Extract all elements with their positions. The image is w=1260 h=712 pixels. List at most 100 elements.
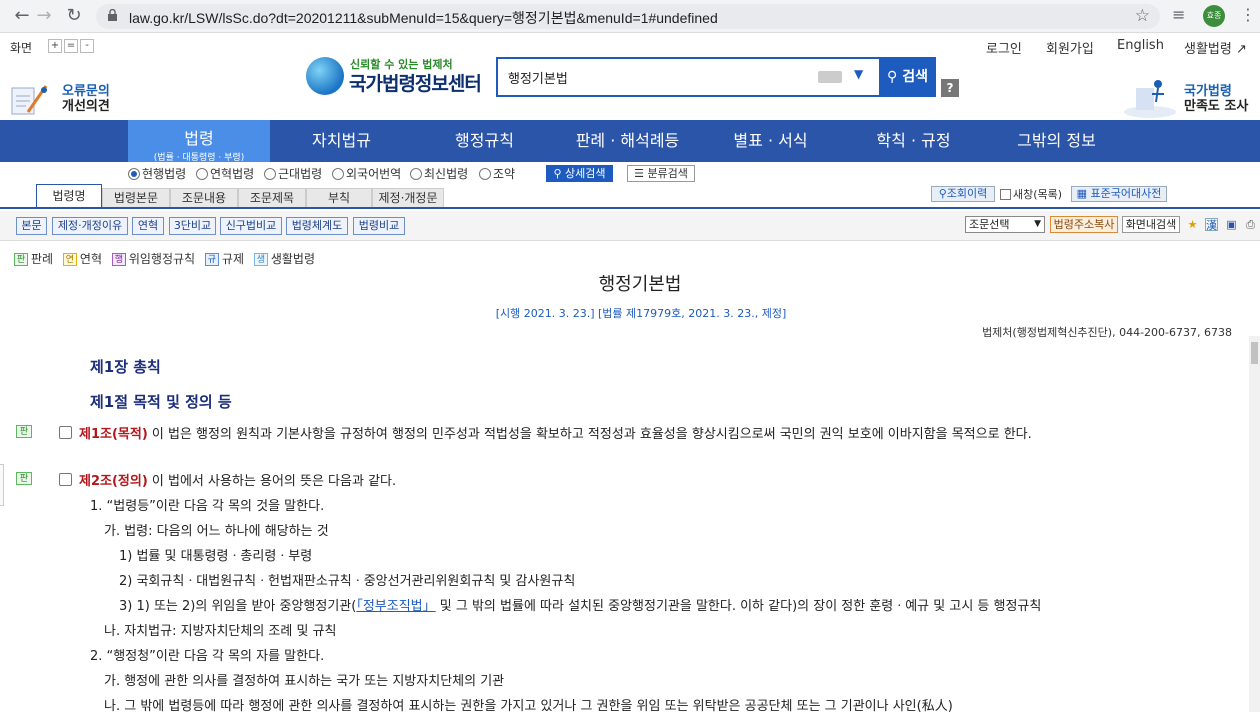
reading-list-icon[interactable]: ≡: [1172, 5, 1185, 24]
signup-link[interactable]: 회원가입: [1046, 38, 1094, 57]
tab-enactment-text[interactable]: 제정·개정문: [372, 188, 444, 208]
tab-underline: [0, 207, 1260, 209]
login-link[interactable]: 로그인: [986, 38, 1022, 57]
error-report-banner[interactable]: 오류문의 개선의견: [6, 78, 116, 118]
precedent-badge[interactable]: 판: [16, 472, 32, 485]
nav-tab-forms[interactable]: 별표 · 서식: [699, 120, 842, 162]
history-button[interactable]: 연혁: [132, 217, 164, 235]
radio-label: 조약: [493, 167, 516, 181]
law-enforcement-info: [시행 2021. 3. 23.] [법률 제17979호, 2021. 3. …: [495, 307, 787, 320]
life-law-label: 생활법령: [1184, 42, 1232, 57]
zoom-out-button[interactable]: -: [80, 39, 94, 53]
keyboard-icon[interactable]: [818, 71, 842, 83]
subitem-3: 3) 1) 또는 2)의 위임을 받아 중앙행정기관(「정부조직법」 및 그 밖…: [119, 595, 1041, 614]
forward-icon[interactable]: →: [32, 5, 56, 27]
main-nav: 법령 (법률 · 대통령령 · 부령) 자치법규 행정규칙 판례 · 해석례등 …: [0, 120, 1260, 163]
radio-latest-laws[interactable]: 최신법령: [410, 165, 468, 182]
three-way-compare-button[interactable]: 3단비교: [169, 217, 216, 235]
zoom-in-button[interactable]: +: [48, 39, 62, 53]
life-law-badge: 생: [253, 253, 268, 266]
dropdown-caret-icon[interactable]: ▼: [854, 67, 863, 81]
law-compare-button[interactable]: 법령비교: [353, 217, 405, 235]
browser-toolbar: ← → ↻ law.go.kr/LSW/lsSc.do?dt=20201211&…: [0, 0, 1260, 33]
improvement-title: 개선의견: [62, 99, 110, 114]
satisfaction-survey-banner[interactable]: 국가법령 만족도 조사: [1122, 74, 1252, 118]
tab-addenda[interactable]: 부칙: [306, 188, 372, 208]
radio-dot: [264, 168, 276, 180]
nav-tab-school-rules[interactable]: 학칙 · 규정: [842, 120, 985, 162]
side-handle[interactable]: [0, 464, 4, 506]
article-checkbox[interactable]: [59, 473, 72, 486]
legend-label: 판례: [31, 252, 54, 266]
article-heading[interactable]: 제2조(정의): [79, 474, 148, 489]
legend: 판 판례 연 연혁 행 위임행정규칙 규 규제 생 생활법령: [14, 250, 315, 267]
nav-tab-other-info[interactable]: 그밖의 정보: [985, 120, 1128, 162]
scrollbar-thumb[interactable]: [1251, 342, 1258, 364]
government-org-act-link[interactable]: 「정부조직법」: [356, 599, 435, 614]
reload-icon[interactable]: ↻: [62, 5, 86, 27]
tab-article-content[interactable]: 조문내용: [170, 188, 238, 208]
amendment-reason-button[interactable]: 제정·개정이유: [52, 217, 128, 235]
search-button[interactable]: ⚲ 검색: [879, 57, 936, 97]
life-law-link[interactable]: 생활법령 ↗: [1184, 38, 1247, 57]
menu-kebab-icon[interactable]: ⋮: [1240, 5, 1256, 24]
radio-modern-laws[interactable]: 근대법령: [264, 165, 322, 182]
clause-2: 2. “행정청”이란 다음 각 목의 자를 말한다.: [90, 649, 325, 664]
item-na-2: 나. 그 밖에 법령등에 따라 행정에 관한 의사를 결정하여 표시하는 권한을…: [104, 699, 953, 712]
radio-label: 근대법령: [278, 167, 323, 181]
clause-1: 1. “법령등”이란 다음 각 목의 것을 말한다.: [90, 499, 325, 514]
tab-law-name[interactable]: 법령명: [36, 184, 102, 208]
dictionary-button[interactable]: ▦ 표준국어대사전: [1071, 186, 1167, 202]
article-heading[interactable]: 제1조(목적): [79, 427, 148, 442]
copy-address-button[interactable]: 법령주소복사: [1050, 216, 1118, 233]
new-window-checkbox[interactable]: 새창(목록): [1000, 186, 1062, 202]
lookup-history-button[interactable]: ⚲조회이력: [931, 186, 995, 202]
survey-title-2: 만족도 조사: [1184, 99, 1249, 114]
english-link[interactable]: English: [1117, 38, 1164, 53]
nav-tab-admin-rules[interactable]: 행정규칙: [413, 120, 556, 162]
subitem-1: 1) 법률 및 대통령령ㆍ총리령ㆍ부령: [119, 549, 313, 564]
bookmark-star-icon[interactable]: ☆: [1135, 6, 1150, 26]
site-logo[interactable]: 신뢰할 수 있는 법제처 국가법령정보센터: [306, 56, 486, 96]
content-scrollbar[interactable]: [1249, 336, 1260, 712]
tab-law-body[interactable]: 법령본문: [102, 188, 170, 208]
article-checkbox[interactable]: [59, 426, 72, 439]
survey-person-icon: [1124, 80, 1176, 118]
regulation-badge: 규: [204, 253, 219, 266]
radio-history-laws[interactable]: 연혁법령: [196, 165, 254, 182]
category-search-button[interactable]: ☰ 분류검색: [627, 165, 695, 182]
precedent-badge: 판: [14, 253, 28, 266]
radio-current-laws[interactable]: 현행법령: [128, 165, 186, 182]
precedent-badge[interactable]: 판: [16, 425, 32, 438]
section-heading: 제1절 목적 및 정의 등: [90, 393, 232, 411]
nav-tab-local-laws[interactable]: 자치법규: [270, 120, 413, 162]
body-button[interactable]: 본문: [16, 217, 47, 235]
radio-label: 최신법령: [424, 167, 469, 181]
logo-name: 국가법령정보센터: [349, 73, 482, 95]
in-page-search-button[interactable]: 화면내검색: [1122, 216, 1180, 233]
radio-foreign-translation[interactable]: 외국어번역: [332, 165, 401, 182]
back-icon[interactable]: ←: [10, 5, 34, 27]
article-text: 제2조(정의) 이 법에서 사용하는 용어의 뜻은 다음과 같다.: [79, 470, 396, 489]
zoom-reset-button[interactable]: =: [64, 39, 78, 53]
address-bar[interactable]: law.go.kr/LSW/lsSc.do?dt=20201211&subMen…: [96, 4, 1160, 29]
search-input[interactable]: [508, 67, 798, 87]
article-select[interactable]: 조문선택 ▼: [965, 216, 1045, 233]
print-icon[interactable]: ⎙: [1244, 218, 1257, 231]
hanja-icon[interactable]: 漢: [1205, 218, 1218, 232]
law-structure-button[interactable]: 법령체계도: [286, 217, 348, 235]
dictionary-icon: ▦: [1076, 187, 1088, 200]
tab-article-title[interactable]: 조문제목: [238, 188, 306, 208]
external-link-icon: ↗: [1235, 42, 1247, 57]
radio-treaties[interactable]: 조약: [479, 165, 515, 182]
item-na: 나. 자치법규: 지방자치단체의 조례 및 규칙: [104, 624, 337, 639]
detail-search-button[interactable]: ⚲ 상세검색: [546, 165, 613, 182]
favorite-icon[interactable]: ★: [1186, 218, 1199, 231]
old-new-compare-button[interactable]: 신구법비교: [220, 217, 282, 235]
save-icon[interactable]: ▣: [1225, 218, 1238, 231]
nav-tab-precedents[interactable]: 판례 · 해석례등: [556, 120, 699, 162]
nav-tab-laws[interactable]: 법령 (법률 · 대통령령 · 부령): [128, 120, 270, 163]
help-button[interactable]: ?: [941, 79, 959, 97]
profile-avatar[interactable]: 효종: [1203, 5, 1225, 27]
category-search-label: 분류검색: [647, 167, 688, 180]
